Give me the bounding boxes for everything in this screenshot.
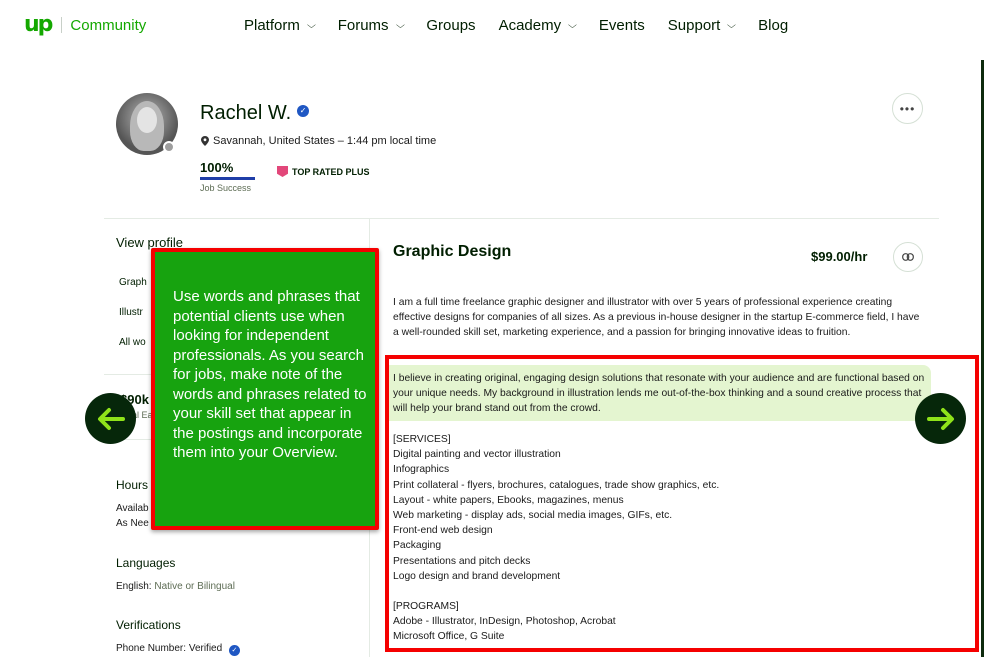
profile-name-text: Rachel W. — [200, 102, 292, 124]
online-status-dot — [163, 141, 175, 153]
nav-blog-label: Blog — [758, 17, 789, 34]
top-rated-label: TOP RATED PLUS — [292, 166, 370, 177]
community-label: Community — [70, 16, 147, 34]
nav-events-label: Events — [598, 17, 645, 34]
nav-events[interactable]: Events — [599, 17, 645, 34]
logo-separator — [61, 17, 63, 33]
job-success-label: Job Success — [200, 183, 252, 193]
nav-groups[interactable]: Groups — [426, 17, 475, 34]
upwork-logo-icon: up — [24, 12, 53, 37]
profile-name: Rachel W. ✓ — [200, 102, 310, 125]
tip-callout-text: Use words and phrases that potential cli… — [173, 288, 367, 461]
nav-groups-label: Groups — [426, 17, 476, 34]
upwork-community-logo[interactable]: up Community — [24, 14, 146, 36]
nav-platform[interactable]: Platform ⌵ — [244, 17, 316, 34]
avatar-face — [137, 107, 157, 133]
availability-text: Availab — [116, 503, 149, 514]
overview-intro: I am a full time freelance graphic desig… — [393, 297, 920, 339]
chevron-down-icon: ⌵ — [395, 20, 405, 30]
top-rated-plus-badge: TOP RATED PLUS — [277, 166, 370, 177]
verified-badge-icon: ✓ — [297, 104, 310, 117]
phone-verified-value: Verified — [188, 643, 223, 654]
arrow-left-icon — [97, 407, 125, 430]
copy-link-button[interactable] — [893, 242, 923, 272]
arrow-right-icon — [926, 407, 954, 430]
nav-support[interactable]: Support ⌵ — [667, 17, 737, 34]
nav-academy-label: Academy — [498, 17, 562, 34]
chevron-down-icon: ⌵ — [568, 20, 577, 30]
more-options-button[interactable]: ••• — [892, 93, 923, 124]
job-success-bar — [200, 177, 255, 180]
hourly-rate: $99.00/hr — [811, 249, 868, 264]
verifications-heading: Verifications — [116, 618, 181, 632]
top-navigation: up Community Platform ⌵ Forums ⌵ Groups Ac… — [0, 0, 984, 52]
job-success-value: 100% — [200, 160, 234, 175]
top-rated-badge-icon — [277, 166, 288, 177]
hours-heading: Hours — [116, 478, 149, 492]
nav-academy[interactable]: Academy ⌵ — [498, 17, 577, 34]
location-pin-icon — [201, 136, 209, 146]
nav-forums[interactable]: Forums ⌵ — [337, 17, 405, 34]
nav-support-label: Support — [667, 17, 721, 34]
nav-blog[interactable]: Blog — [758, 17, 788, 34]
verification-item: Phone Number: Verified ✓ — [116, 643, 240, 656]
nav-forums-label: Forums — [337, 17, 389, 34]
location-text: Savannah, United States – 1:44 pm local … — [213, 135, 437, 147]
language-item: English: Native or Bilingual — [116, 581, 235, 592]
annotation-highlight-box — [385, 355, 979, 652]
sidebar-link-illustration[interactable]: Illustr — [119, 307, 143, 318]
language-name: English: — [116, 581, 152, 592]
profile-divider — [104, 218, 939, 219]
availability-value: As Nee — [116, 518, 149, 529]
profile-location: Savannah, United States – 1:44 pm local … — [201, 135, 436, 147]
specialization-title: Graphic Design — [393, 243, 512, 260]
languages-heading: Languages — [116, 556, 176, 570]
main-nav: Platform ⌵ Forums ⌵ Groups Academy ⌵ Events… — [244, 17, 811, 34]
language-level: Native or Bilingual — [154, 581, 235, 592]
nav-platform-label: Platform — [244, 17, 300, 34]
previous-button[interactable] — [85, 393, 136, 444]
verified-check-icon: ✓ — [228, 644, 240, 656]
chevron-down-icon: ⌵ — [727, 20, 737, 30]
phone-number-label: Phone Number: — [116, 643, 187, 654]
link-icon — [902, 253, 914, 261]
sidebar-link-graphic-design[interactable]: Graph — [119, 277, 147, 288]
sidebar-link-all-work[interactable]: All wo — [119, 337, 146, 348]
chevron-down-icon: ⌵ — [306, 20, 316, 30]
next-button[interactable] — [915, 393, 966, 444]
